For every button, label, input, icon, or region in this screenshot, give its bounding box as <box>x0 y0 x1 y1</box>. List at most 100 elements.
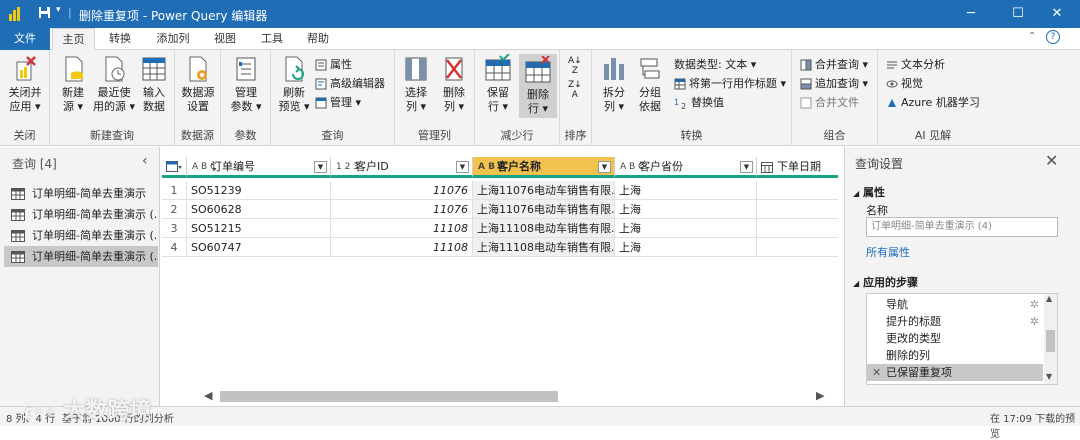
tab-add-column[interactable]: 添加列 <box>148 28 198 50</box>
cell-customer-name[interactable]: 上海11076电动车销售有限... <box>473 200 615 219</box>
step-removed-columns[interactable]: 删除的列 <box>867 347 1043 364</box>
properties-section-header[interactable]: ◢ 属性 <box>853 184 885 200</box>
scrollbar-thumb[interactable] <box>220 391 558 402</box>
query-item[interactable]: 订单明细-简单去重演示 <box>4 183 158 204</box>
cell-customer-name[interactable]: 上海11108电动车销售有限... <box>473 219 615 238</box>
tab-transform[interactable]: 转换 <box>100 28 140 50</box>
refresh-preview-button[interactable]: 刷新 预览 ▾ <box>274 54 314 114</box>
row-number[interactable]: 1 <box>162 181 187 200</box>
tab-file[interactable]: 文件 <box>0 28 50 50</box>
scroll-up-icon[interactable]: ▲ <box>1046 294 1052 303</box>
query-item[interactable]: 订单明细-简单去重演示 (... <box>4 204 158 225</box>
vision-button[interactable]: 视觉 <box>886 75 923 92</box>
replace-values-button[interactable]: 1 2 替换值 <box>674 94 724 111</box>
collapse-ribbon-icon[interactable]: ⌃ <box>1028 31 1036 42</box>
column-header-customer-id[interactable]: 1 2 3 客户ID ▼ <box>331 157 473 178</box>
sort-descending-button[interactable]: Z↓ A <box>568 80 582 100</box>
cell-order-date[interactable] <box>757 200 838 219</box>
filter-dropdown-icon[interactable]: ▼ <box>314 161 327 173</box>
azure-ml-button[interactable]: Azure 机器学习 <box>886 94 980 111</box>
step-kept-duplicates[interactable]: ✕ 已保留重复项 <box>867 364 1043 381</box>
table-menu-button[interactable] <box>162 157 187 178</box>
step-navigation[interactable]: 导航 ✲ <box>867 296 1043 313</box>
close-button[interactable]: ✕ <box>1034 0 1080 28</box>
cell-customer-province[interactable]: 上海 <box>615 219 757 238</box>
horizontal-scrollbar[interactable]: ◀ ▶ <box>162 387 838 406</box>
recent-sources-button[interactable]: 最近使 用的源 ▾ <box>92 54 136 114</box>
append-queries-button[interactable]: 追加查询 ▾ <box>800 75 868 92</box>
choose-columns-button[interactable]: 选择 列 ▾ <box>397 54 435 114</box>
sort-ascending-button[interactable]: A↓ Z <box>568 56 582 76</box>
tab-tools[interactable]: 工具 <box>252 28 292 50</box>
filter-dropdown-icon[interactable]: ▼ <box>456 161 469 173</box>
tab-help[interactable]: 帮助 <box>298 28 338 50</box>
column-header-customer-name[interactable]: A B C 客户名称 ▼ <box>473 157 615 178</box>
save-icon[interactable] <box>38 6 51 21</box>
scrollbar-thumb[interactable] <box>1046 330 1055 352</box>
cell-order-date[interactable] <box>757 181 838 200</box>
data-type-dropdown[interactable]: 数据类型: 文本 ▾ <box>674 56 756 73</box>
cell-order-id[interactable]: SO60747 <box>187 238 331 257</box>
cell-order-date[interactable] <box>757 238 838 257</box>
cell-customer-name[interactable]: 上海11108电动车销售有限... <box>473 238 615 257</box>
row-number[interactable]: 2 <box>162 200 187 219</box>
scroll-down-icon[interactable]: ▼ <box>1046 372 1052 381</box>
applied-steps-header[interactable]: ◢ 应用的步骤 <box>853 274 918 290</box>
cell-customer-id[interactable]: 11108 <box>331 238 473 257</box>
remove-columns-button[interactable]: 删除 列 ▾ <box>435 54 473 114</box>
manage-query-button[interactable]: 管理 ▾ <box>315 94 361 111</box>
cell-customer-province[interactable]: 上海 <box>615 181 757 200</box>
cell-order-date[interactable] <box>757 219 838 238</box>
enter-data-button[interactable]: 输入 数据 <box>136 54 172 114</box>
filter-dropdown-icon[interactable]: ▼ <box>740 161 753 173</box>
help-icon[interactable]: ? <box>1046 30 1060 44</box>
cell-customer-province[interactable]: 上海 <box>615 200 757 219</box>
cell-order-id[interactable]: SO51239 <box>187 181 331 200</box>
data-source-settings-button[interactable]: 数据源 设置 <box>178 54 218 114</box>
filter-dropdown-icon[interactable]: ▼ <box>598 161 611 173</box>
manage-params-button[interactable]: 管理 参数 ▾ <box>225 54 267 114</box>
tab-view[interactable]: 视图 <box>205 28 245 50</box>
minimize-button[interactable]: ─ <box>948 0 994 28</box>
properties-button[interactable]: 属性 <box>315 56 352 73</box>
remove-rows-button[interactable]: 删除 行 ▾ <box>519 54 557 118</box>
gear-icon[interactable]: ✲ <box>1030 313 1039 330</box>
query-item[interactable]: 订单明细-简单去重演示 (... <box>4 225 158 246</box>
quick-access-dropdown-icon[interactable]: ▾ <box>56 5 61 15</box>
steps-scrollbar[interactable]: ▲ ▼ <box>1044 294 1057 384</box>
close-settings-icon[interactable]: ✕ <box>1045 151 1058 170</box>
keep-rows-button[interactable]: 保留 行 ▾ <box>479 54 517 114</box>
cell-order-id[interactable]: SO51215 <box>187 219 331 238</box>
scroll-right-icon[interactable]: ▶ <box>816 389 824 402</box>
step-changed-type[interactable]: 更改的类型 <box>867 330 1043 347</box>
advanced-editor-button[interactable]: 高级编辑器 <box>315 75 385 92</box>
split-column-button[interactable]: 拆分 列 ▾ <box>596 54 632 114</box>
cell-customer-province[interactable]: 上海 <box>615 238 757 257</box>
query-name-input[interactable]: 订单明细-简单去重演示 (4) <box>866 217 1058 237</box>
cell-customer-id[interactable]: 11076 <box>331 200 473 219</box>
cell-customer-name[interactable]: 上海11076电动车销售有限... <box>473 181 615 200</box>
cell-order-id[interactable]: SO60628 <box>187 200 331 219</box>
column-header-order-id[interactable]: A B C 订单编号 ▼ <box>187 157 331 178</box>
column-header-customer-province[interactable]: A B C 客户省份 ▼ <box>615 157 757 178</box>
merge-queries-button[interactable]: 合并查询 ▾ <box>800 56 868 73</box>
query-item-selected[interactable]: 订单明细-简单去重演示 (... <box>4 246 158 267</box>
merge-files-button[interactable]: 合并文件 <box>800 94 859 111</box>
column-header-order-date[interactable]: 下单日期 <box>757 157 838 178</box>
gear-icon[interactable]: ✲ <box>1030 296 1039 313</box>
scroll-left-icon[interactable]: ◀ <box>204 389 212 402</box>
row-number[interactable]: 4 <box>162 238 187 257</box>
collapse-queries-icon[interactable]: ‹ <box>142 153 148 169</box>
row-number[interactable]: 3 <box>162 219 187 238</box>
use-first-row-headers-button[interactable]: 将第一行用作标题 ▾ <box>674 75 786 92</box>
cell-customer-id[interactable]: 11108 <box>331 219 473 238</box>
close-apply-button[interactable]: 关闭并 应用 ▾ <box>4 54 46 114</box>
tab-home[interactable]: 主页 <box>52 28 95 51</box>
text-analytics-button[interactable]: 文本分析 <box>886 56 945 73</box>
cell-customer-id[interactable]: 11076 <box>331 181 473 200</box>
step-promoted-headers[interactable]: 提升的标题 ✲ <box>867 313 1043 330</box>
new-source-button[interactable]: 新建 源 ▾ <box>54 54 92 114</box>
all-properties-link[interactable]: 所有属性 <box>866 244 910 260</box>
group-by-button[interactable]: 分组 依据 <box>632 54 668 114</box>
delete-step-icon[interactable]: ✕ <box>872 364 881 381</box>
